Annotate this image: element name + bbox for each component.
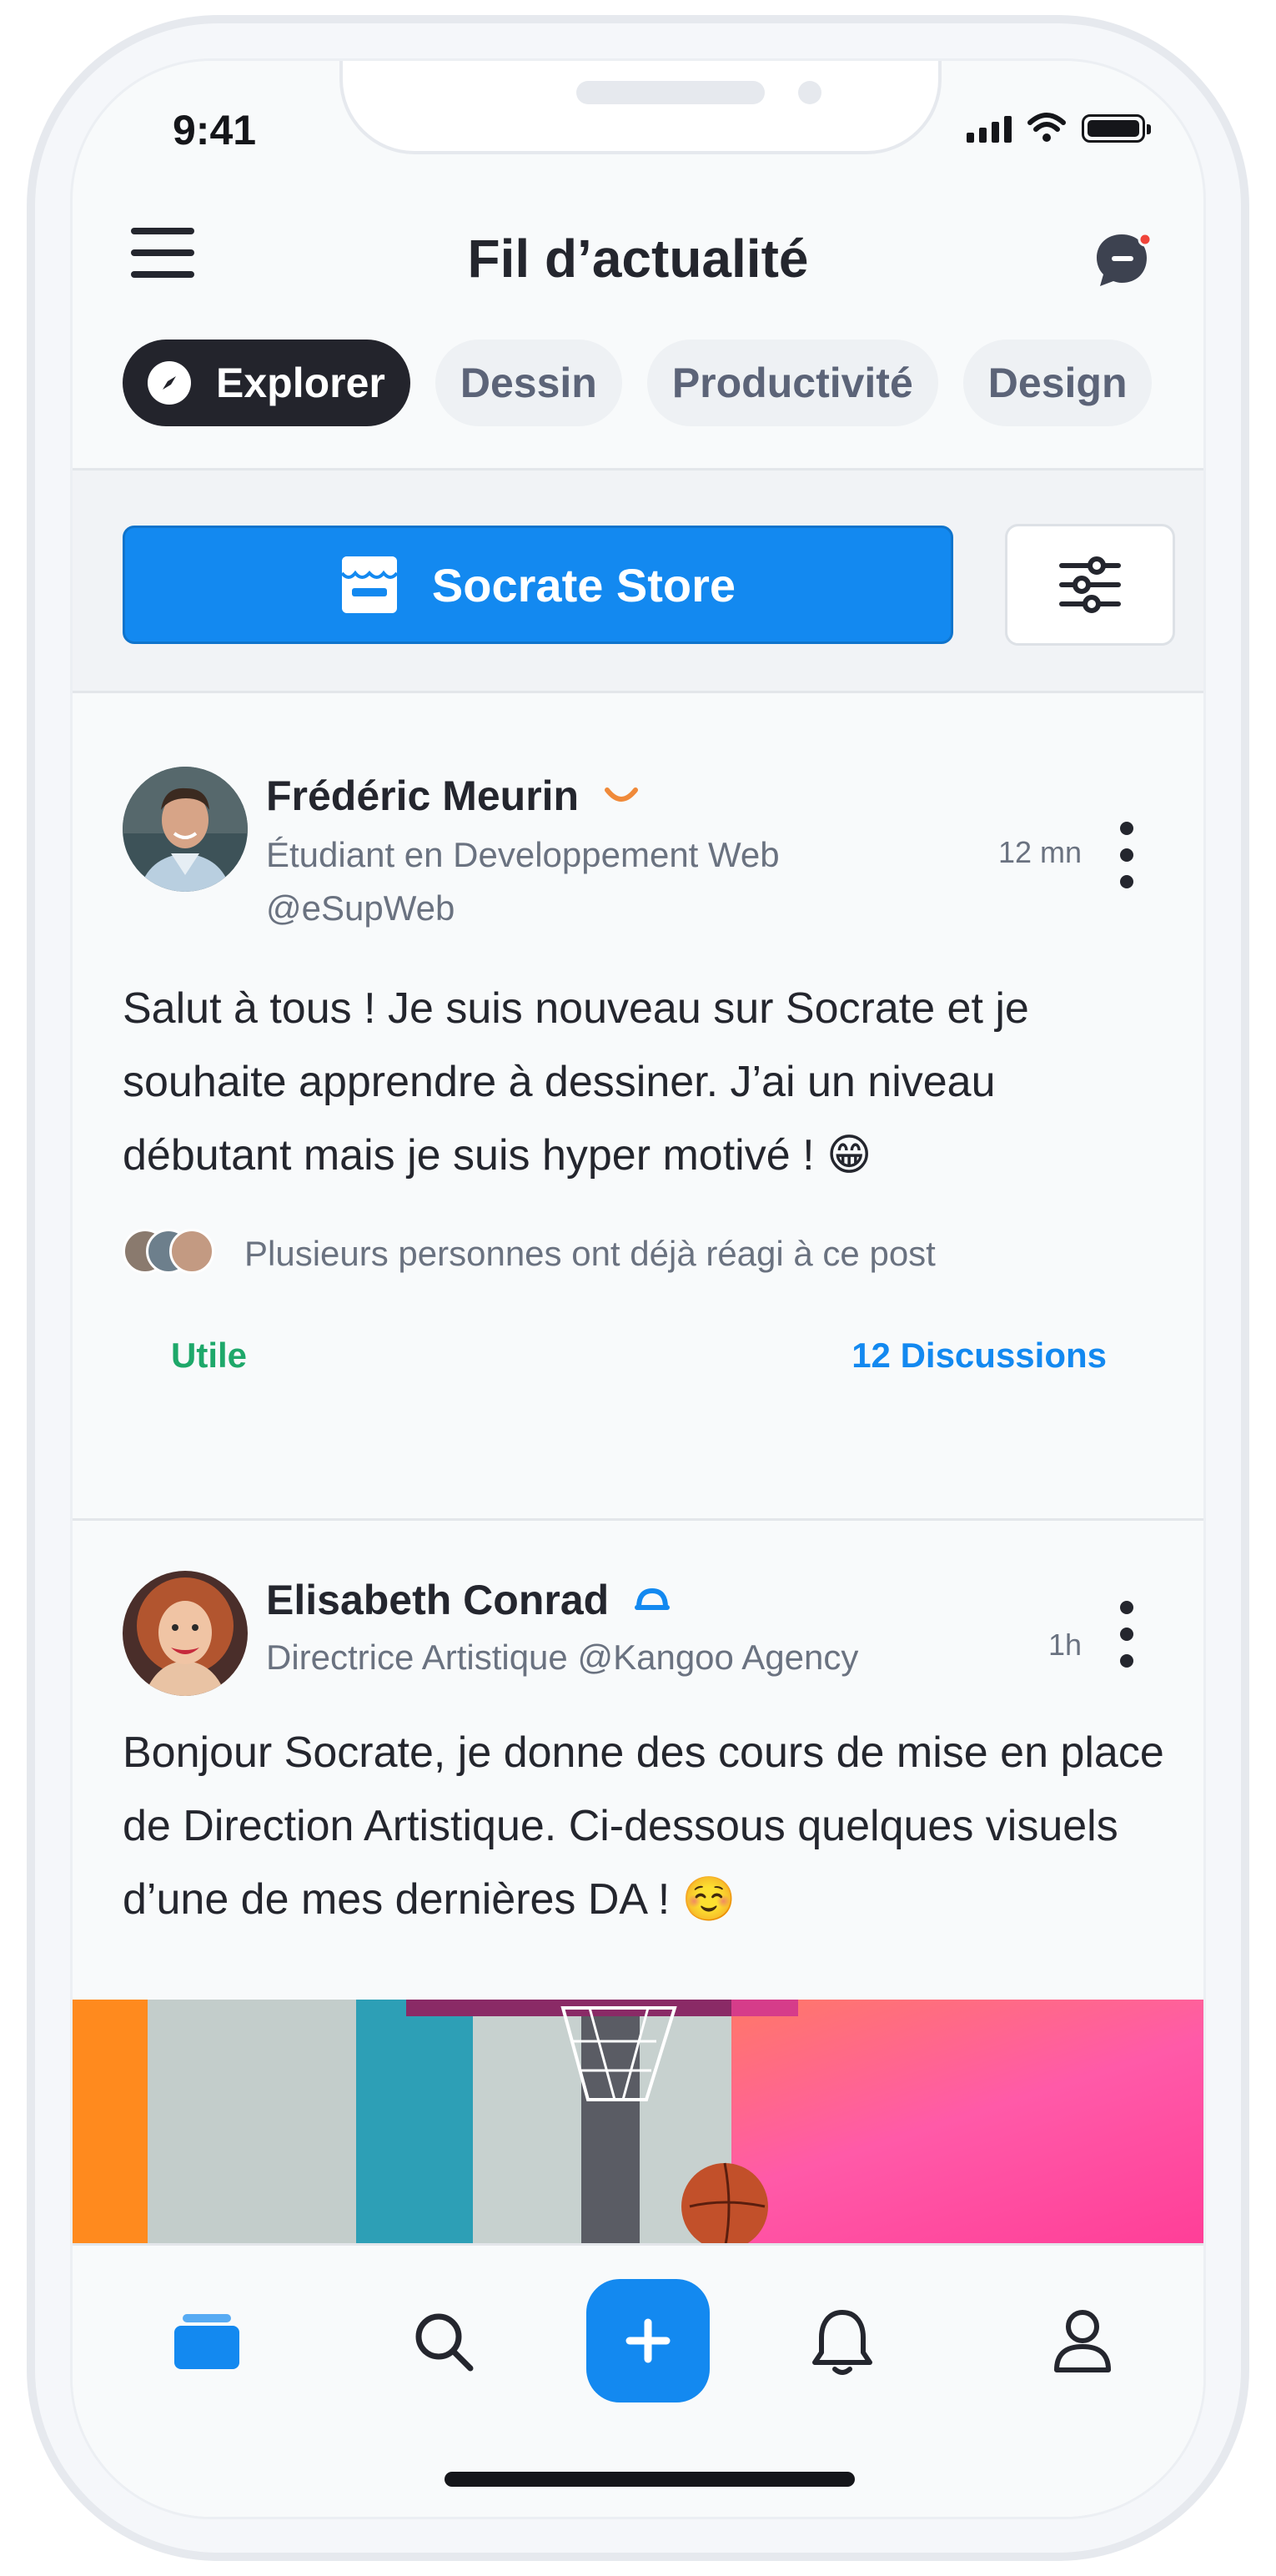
avatar[interactable]: [123, 1571, 248, 1696]
search-icon: [415, 2313, 474, 2372]
profile-icon: [1054, 2310, 1111, 2372]
chip-dessin[interactable]: Dessin: [435, 340, 622, 426]
bottom-tab-bar: [73, 2243, 1203, 2517]
compass-icon: [148, 361, 191, 405]
status-time: 9:41: [173, 107, 257, 153]
category-chips: Explorer Dessin Productivité Design: [123, 340, 1153, 426]
front-camera: [798, 81, 821, 104]
chip-productivite[interactable]: Productivité: [646, 340, 938, 426]
author-role: Étudiant en Developpement Web: [266, 835, 780, 874]
bell-icon: [812, 2310, 872, 2375]
home-icon: [174, 2314, 239, 2369]
feed-post: Frédéric Meurin Étudiant en Developpemen…: [73, 693, 1203, 1521]
post-time: 12 mn: [997, 835, 1082, 869]
reactor-avatar: [169, 1229, 214, 1274]
create-post-button[interactable]: [586, 2279, 710, 2402]
plus-icon: [625, 2318, 671, 2363]
author-handle[interactable]: @eSupWeb: [266, 888, 455, 928]
author-name: Frédéric Meurin: [266, 772, 580, 819]
filter-button[interactable]: [1005, 524, 1175, 646]
store-band: Socrate Store: [73, 468, 1203, 693]
store-icon: [340, 556, 399, 613]
speaker-grille: [576, 81, 765, 104]
post-text: Bonjour Socrate, je donne des cours de m…: [123, 1728, 1164, 1924]
app-screen: 9:41 Fil d’actualité Explorer Dessin Pro…: [70, 58, 1206, 2519]
post-author[interactable]: Frédéric Meurin: [266, 772, 639, 820]
home-indicator[interactable]: [445, 2472, 855, 2487]
author-role: Directrice Artistique @Kangoo Agency: [266, 1638, 859, 1677]
chip-label: Productivité: [671, 360, 913, 406]
post-text: Salut à tous ! Je suis nouveau sur Socra…: [123, 984, 1029, 1180]
signal-icon: [967, 116, 1012, 143]
chip-label: Dessin: [460, 360, 597, 406]
app-header: Fil d’actualité: [73, 203, 1203, 303]
socrate-store-button[interactable]: Socrate Store: [123, 526, 953, 644]
chip-label: Design: [987, 360, 1128, 406]
level-badge-icon: [635, 1587, 671, 1610]
tab-notifications[interactable]: [796, 2296, 888, 2387]
status-icons: [967, 113, 1151, 143]
tab-search[interactable]: [398, 2296, 490, 2387]
battery-icon: [1082, 114, 1151, 143]
useful-button[interactable]: Utile: [171, 1336, 247, 1376]
store-label: Socrate Store: [431, 558, 736, 611]
chat-notification-icon[interactable]: [1093, 231, 1153, 289]
more-options-icon[interactable]: [1120, 1601, 1133, 1668]
author-name: Elisabeth Conrad: [266, 1577, 610, 1623]
wifi-icon: [1027, 113, 1066, 142]
device-notch: [339, 61, 942, 154]
more-options-icon[interactable]: [1120, 822, 1133, 888]
chip-label: Explorer: [216, 360, 385, 406]
tab-home[interactable]: [161, 2296, 253, 2387]
level-badge-icon: [605, 787, 639, 802]
chip-explorer[interactable]: Explorer: [123, 340, 410, 426]
avatar[interactable]: [123, 767, 248, 892]
post-author[interactable]: Elisabeth Conrad: [266, 1576, 671, 1624]
tab-profile[interactable]: [1037, 2296, 1128, 2387]
reactions-text[interactable]: Plusieurs personnes ont déjà réagi à ce …: [244, 1234, 936, 1274]
page-title: Fil d’actualité: [467, 229, 809, 289]
sliders-icon: [1059, 556, 1121, 613]
chip-design[interactable]: Design: [962, 340, 1153, 426]
post-time: 1h: [1047, 1628, 1082, 1662]
discussions-link[interactable]: 12 Discussions: [852, 1336, 1107, 1376]
reactor-avatars[interactable]: [123, 1229, 214, 1274]
